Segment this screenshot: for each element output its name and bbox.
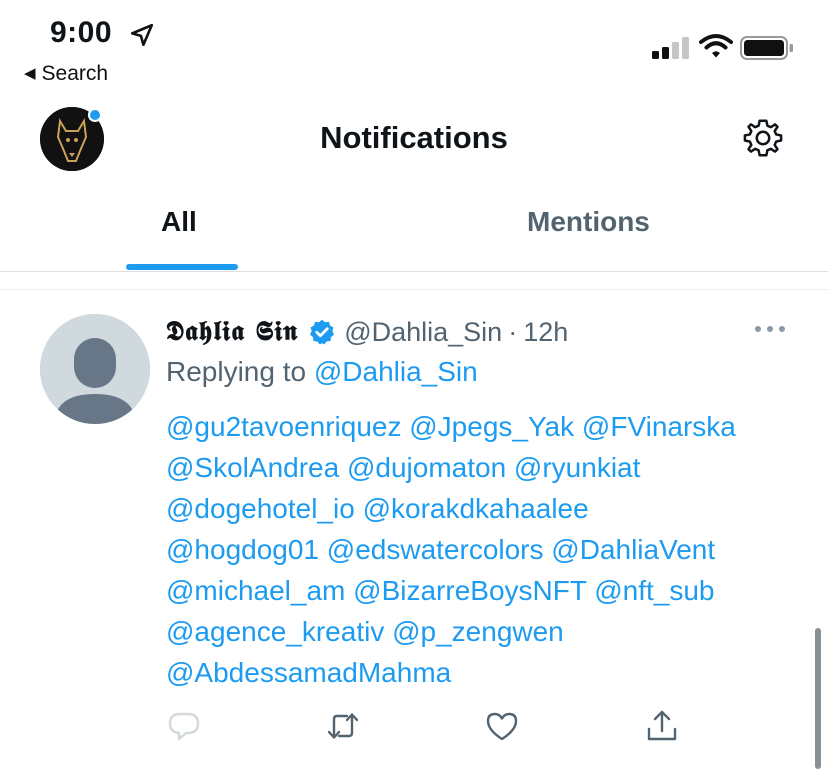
meta-separator: · (508, 316, 518, 347)
mention-line[interactable]: @SkolAndrea @dujomaton @ryunkiat (166, 447, 806, 488)
notifications-header: Notifications (0, 92, 828, 182)
back-label: Search (41, 62, 109, 85)
status-bar: 9:00 ◀ Search (0, 0, 828, 92)
mention-line[interactable]: @hogdog01 @edswatercolors @DahliaVent (166, 529, 806, 570)
notifications-tabs: All Mentions (0, 182, 828, 272)
page-title: Notifications (320, 120, 508, 155)
battery-icon (740, 36, 793, 60)
replying-to-line: Replying to @Dahlia_Sin (166, 356, 478, 388)
cellular-signal-icon (652, 37, 689, 59)
verified-badge-icon (310, 319, 335, 345)
reply-icon[interactable] (166, 708, 202, 744)
replying-prefix: Replying to (166, 356, 307, 387)
scrollbar[interactable] (815, 628, 821, 769)
like-heart-icon[interactable] (484, 708, 520, 744)
status-time: 9:00 (50, 16, 113, 49)
tweet-text: @gu2tavoenriquez @Jpegs_Yak @FVinarska @… (166, 406, 806, 693)
mention-line[interactable]: @agence_kreativ @p_zengwen (166, 611, 806, 652)
mention-line[interactable]: @dogehotel_io @korakdkahaalee (166, 488, 806, 529)
person-silhouette-icon (40, 314, 150, 424)
tweet-author-row: 𝕯𝖆𝖍𝖑𝖎𝖆 𝕾𝖎𝖓 @Dahlia_Sin · 12h (166, 312, 568, 352)
mention-line[interactable]: @michael_am @BizarreBoysNFT @nft_sub (166, 570, 806, 611)
more-options-icon[interactable] (754, 324, 786, 334)
tab-mentions[interactable]: Mentions (527, 206, 650, 238)
settings-gear-icon[interactable] (740, 115, 786, 161)
default-avatar[interactable] (40, 314, 150, 424)
wifi-icon (699, 34, 733, 58)
author-handle[interactable]: @Dahlia_Sin (344, 317, 502, 348)
replying-to-mention-link[interactable]: @Dahlia_Sin (314, 356, 478, 387)
tweet-timestamp[interactable]: 12h (523, 317, 568, 348)
tweet-actions (0, 708, 828, 748)
location-arrow-icon (130, 23, 154, 47)
tab-all[interactable]: All (161, 206, 197, 238)
mention-line[interactable]: @AbdessamadMahma (166, 652, 806, 693)
author-display-name[interactable]: 𝕯𝖆𝖍𝖑𝖎𝖆 𝕾𝖎𝖓 (166, 316, 298, 348)
back-triangle-icon: ◀ (24, 65, 36, 82)
mention-line[interactable]: @gu2tavoenriquez @Jpegs_Yak @FVinarska (166, 406, 806, 447)
back-to-search-link[interactable]: ◀ Search (24, 62, 108, 86)
tweet-item[interactable]: 𝕯𝖆𝖍𝖑𝖎𝖆 𝕾𝖎𝖓 @Dahlia_Sin · 12h Replying to… (0, 289, 828, 769)
share-icon[interactable] (644, 708, 680, 744)
active-tab-indicator (126, 264, 238, 270)
retweet-icon[interactable] (325, 708, 361, 744)
